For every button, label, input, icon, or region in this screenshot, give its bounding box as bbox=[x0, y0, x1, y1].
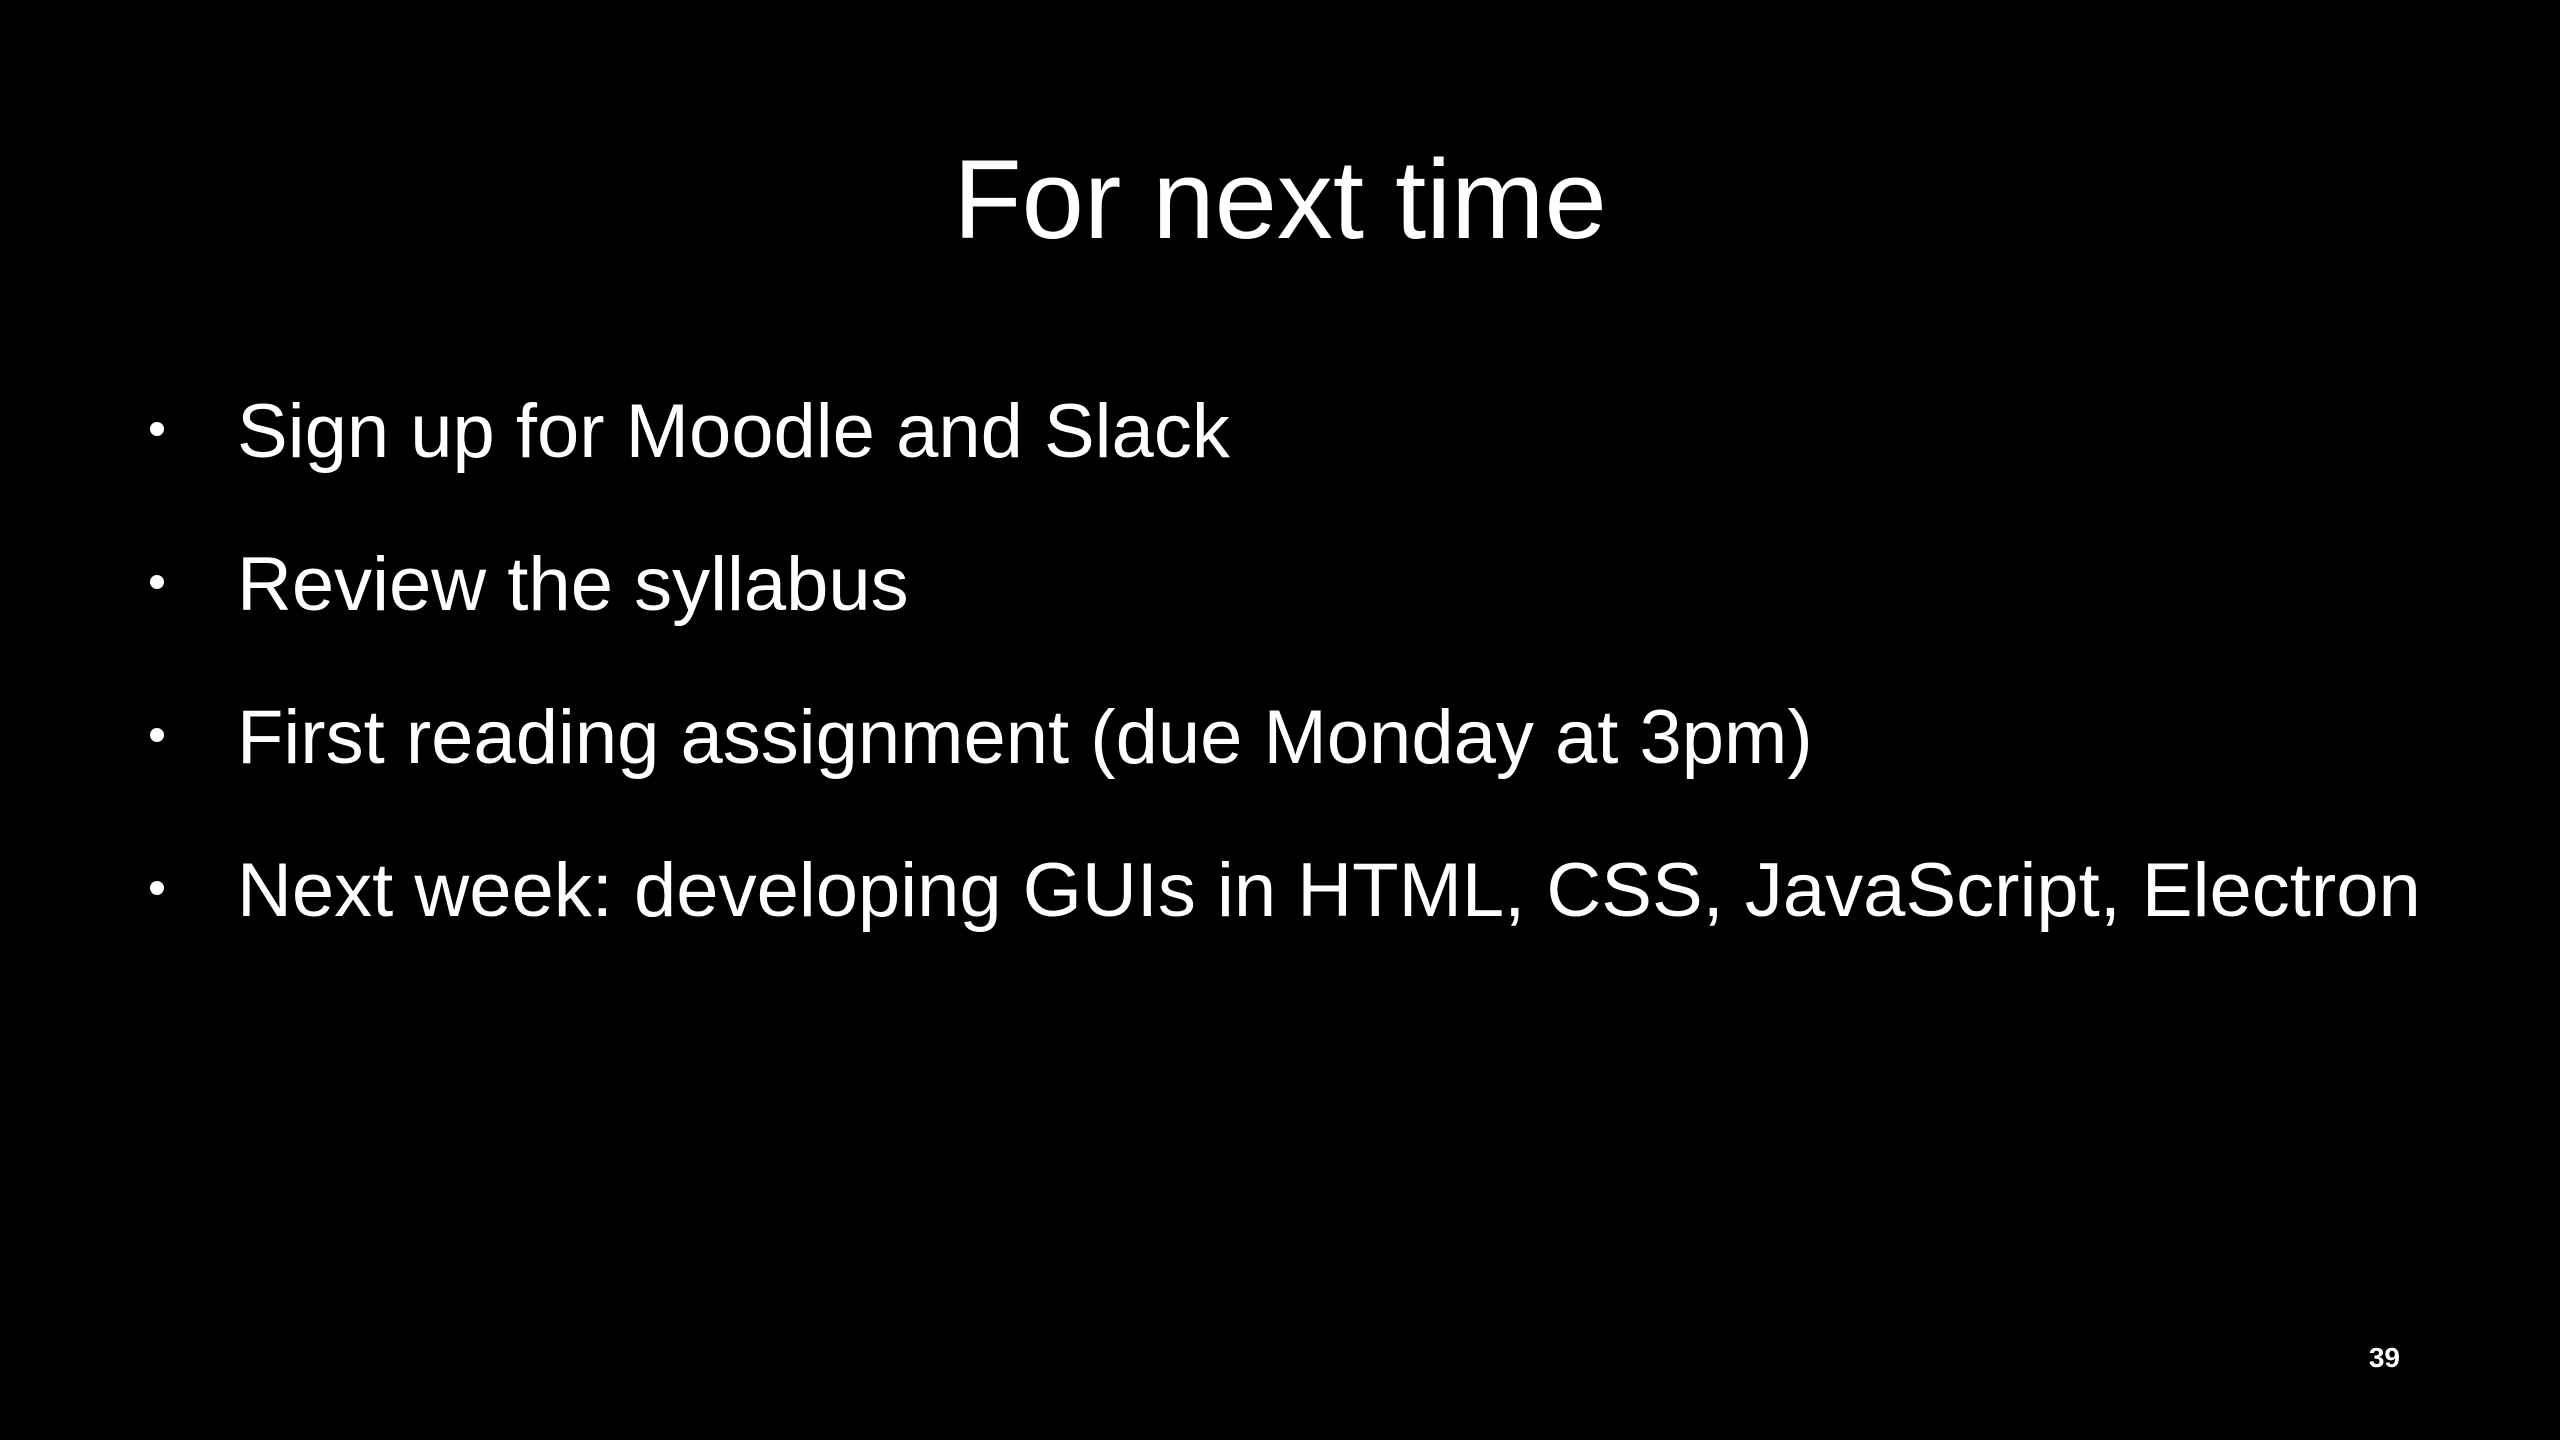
bullet-item: Sign up for Moodle and Slack bbox=[150, 355, 2421, 508]
bullet-text: First reading assignment (due Monday at … bbox=[237, 694, 1813, 780]
bullet-text: Sign up for Moodle and Slack bbox=[237, 388, 1230, 474]
bullet-list: Sign up for Moodle and Slack Review the … bbox=[150, 355, 2421, 967]
bullet-icon bbox=[150, 574, 164, 589]
bullet-text: Next week: developing GUIs in HTML, CSS,… bbox=[237, 847, 2421, 933]
slide-title: For next time bbox=[953, 137, 1607, 262]
slide: For next time Sign up for Moodle and Sla… bbox=[0, 0, 2560, 1440]
bullet-icon bbox=[150, 880, 164, 895]
bullet-item: Review the syllabus bbox=[150, 508, 2421, 661]
bullet-text: Review the syllabus bbox=[237, 541, 909, 627]
page-number: 39 bbox=[2368, 1342, 2400, 1373]
bullet-item: First reading assignment (due Monday at … bbox=[150, 661, 2421, 814]
bullet-icon bbox=[150, 727, 164, 742]
bullet-item: Next week: developing GUIs in HTML, CSS,… bbox=[150, 814, 2421, 967]
bullet-icon bbox=[150, 421, 164, 436]
